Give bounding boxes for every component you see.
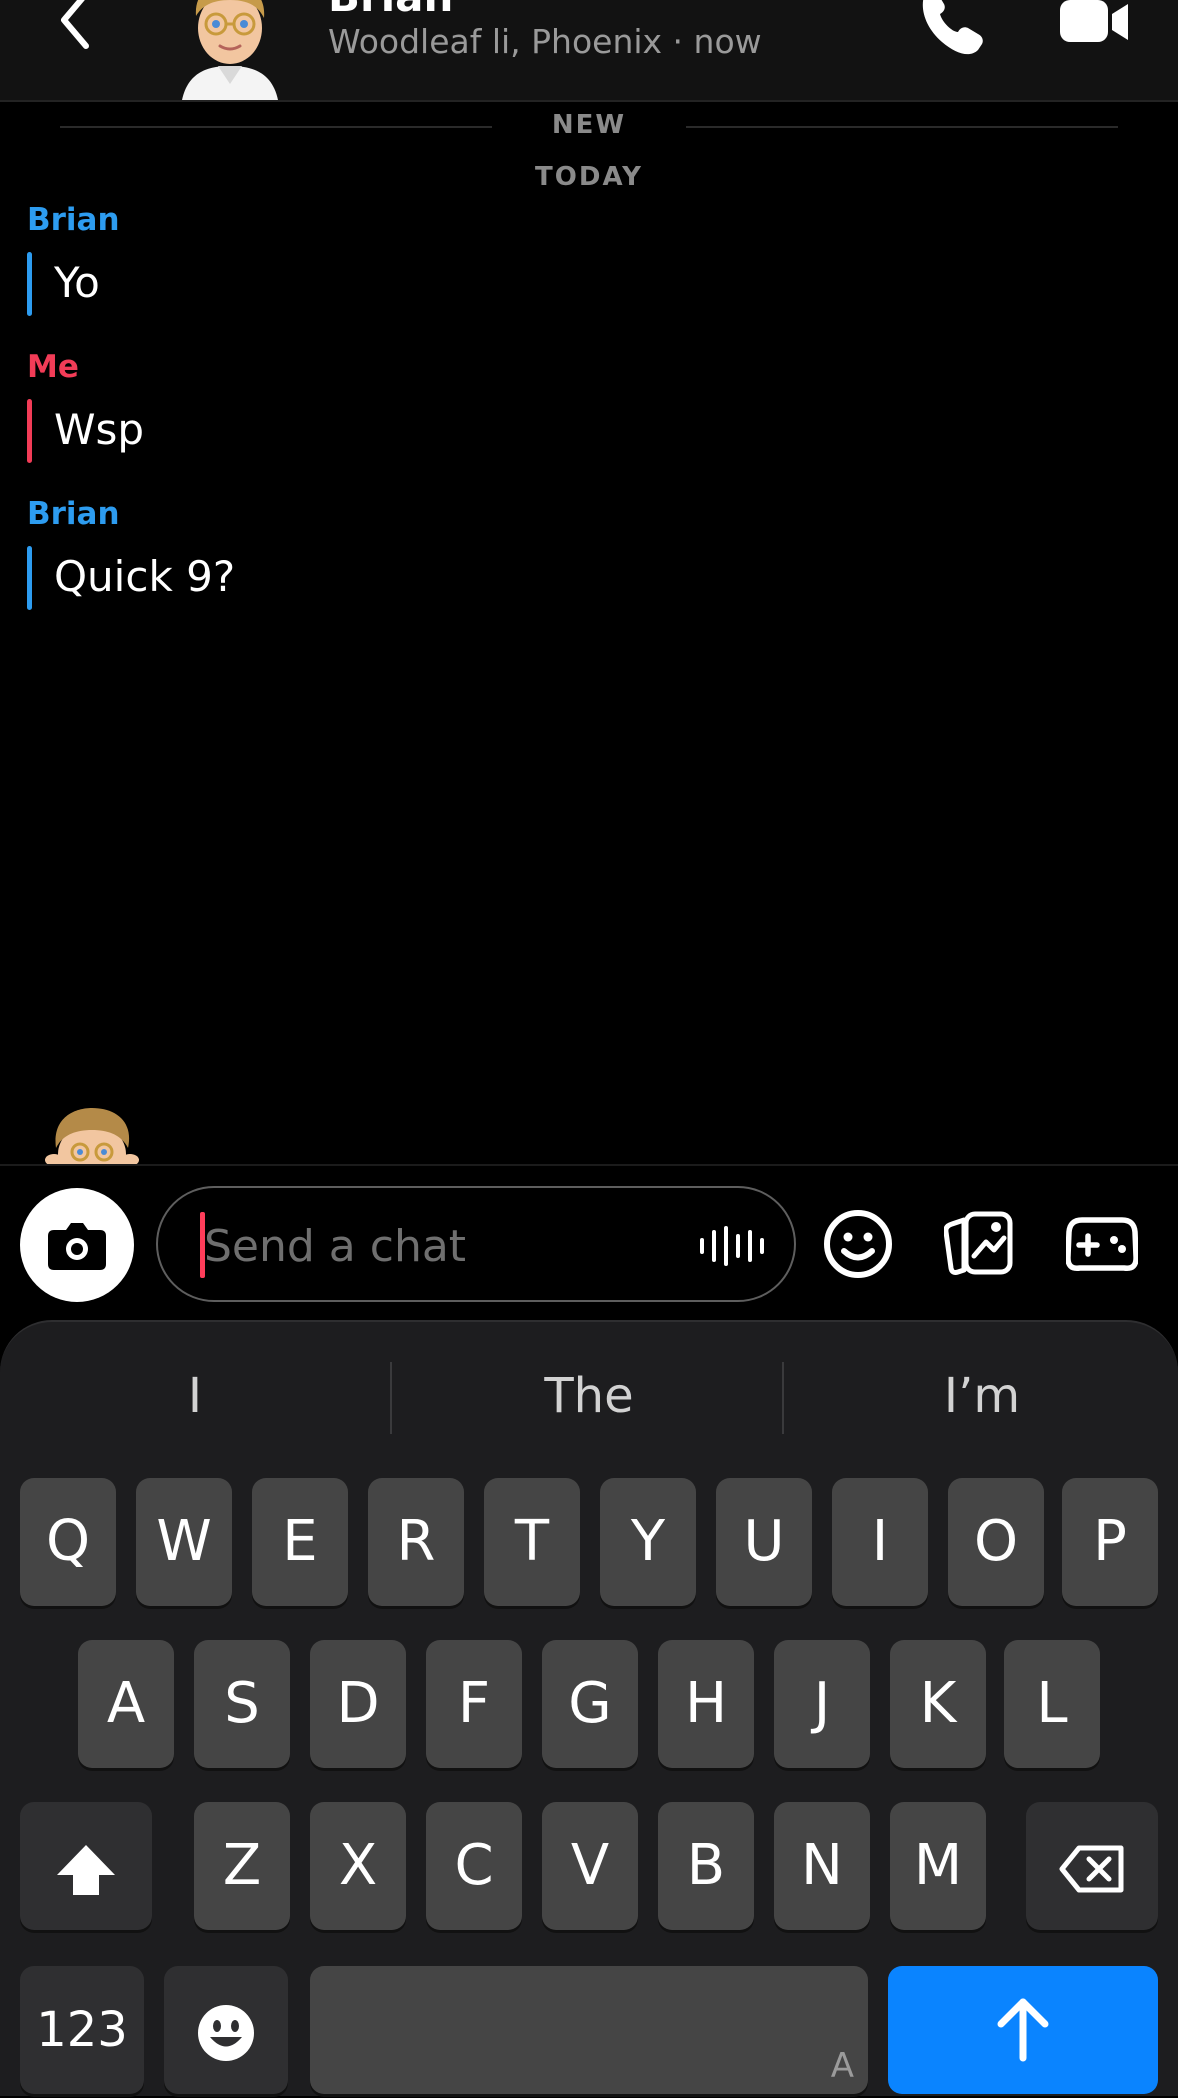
message[interactable]: Wsp (27, 399, 144, 463)
contact-name[interactable]: Brian (328, 0, 453, 21)
key-g[interactable]: G (542, 1640, 638, 1768)
key-b[interactable]: B (658, 1802, 754, 1930)
message-bar (27, 546, 32, 610)
keyboard: I The I’m Q W E R T Y U I O P A S D F G … (0, 1320, 1178, 2096)
chat-input-bar (0, 1164, 1178, 1322)
message-bar (27, 399, 32, 463)
key-v[interactable]: V (542, 1802, 638, 1930)
smiley-icon[interactable] (822, 1208, 894, 1280)
key-u[interactable]: U (716, 1478, 812, 1606)
key-f[interactable]: F (426, 1640, 522, 1768)
camera-icon (48, 1223, 106, 1270)
message-sender: Brian (27, 202, 120, 238)
emoji-key[interactable] (164, 1966, 288, 2094)
shift-key[interactable] (20, 1802, 152, 1930)
key-r[interactable]: R (368, 1478, 464, 1606)
key-q[interactable]: Q (20, 1478, 116, 1606)
chat-input[interactable] (202, 1210, 646, 1282)
back-icon[interactable] (50, 0, 100, 50)
message-group: Me Wsp (27, 349, 144, 463)
message-sender: Brian (27, 496, 120, 532)
key-h[interactable]: H (658, 1640, 754, 1768)
key-p[interactable]: P (1062, 1478, 1158, 1606)
key-x[interactable]: X (310, 1802, 406, 1930)
message[interactable]: Quick 9? (27, 546, 235, 610)
sticker-icon[interactable] (943, 1210, 1014, 1278)
message-group: Brian Yo (27, 202, 120, 316)
key-s[interactable]: S (194, 1640, 290, 1768)
message-bar (27, 252, 32, 316)
key-y[interactable]: Y (600, 1478, 696, 1606)
phone-icon[interactable] (916, 0, 984, 56)
key-t[interactable]: T (484, 1478, 580, 1606)
message-sender: Me (27, 349, 79, 385)
backspace-key[interactable] (1026, 1802, 1158, 1930)
key-i[interactable]: I (832, 1478, 928, 1606)
today-divider-label: TODAY (535, 162, 643, 192)
suggestion-3[interactable]: I’m (792, 1368, 1172, 1424)
numbers-key[interactable]: 123 (20, 1966, 144, 2094)
chat-header: Brian Woodleaf li, Phoenix · now (0, 0, 1178, 102)
contact-status: Woodleaf li, Phoenix · now (328, 22, 762, 61)
space-key-mark: A (830, 2046, 854, 2086)
key-n[interactable]: N (774, 1802, 870, 1930)
game-controller-icon[interactable] (1065, 1214, 1139, 1274)
voice-icon[interactable] (698, 1226, 770, 1266)
new-divider-label: NEW (551, 110, 627, 140)
emoji-icon (198, 2004, 254, 2061)
contact-avatar[interactable] (168, 0, 292, 100)
key-j[interactable]: J (774, 1640, 870, 1768)
space-key[interactable]: A (310, 1966, 868, 2094)
send-arrow-icon (997, 1998, 1049, 2062)
key-l[interactable]: L (1004, 1640, 1100, 1768)
message[interactable]: Yo (27, 252, 120, 316)
key-w[interactable]: W (136, 1478, 232, 1606)
message-group: Brian Quick 9? (27, 496, 235, 610)
message-text: Wsp (54, 405, 145, 454)
camera-button[interactable] (20, 1188, 134, 1302)
peeking-avatar (44, 1108, 140, 1184)
key-c[interactable]: C (426, 1802, 522, 1930)
shift-icon (57, 1844, 115, 1895)
key-k[interactable]: K (890, 1640, 986, 1768)
key-m[interactable]: M (890, 1802, 986, 1930)
key-d[interactable]: D (310, 1640, 406, 1768)
suggestion-divider (390, 1362, 392, 1434)
suggestion-1[interactable]: I (5, 1368, 385, 1424)
chat-field[interactable] (156, 1186, 796, 1302)
backspace-icon (1059, 1845, 1124, 1893)
key-o[interactable]: O (948, 1478, 1044, 1606)
send-key[interactable] (888, 1966, 1158, 2094)
suggestion-divider (782, 1362, 784, 1434)
key-e[interactable]: E (252, 1478, 348, 1606)
message-text: Yo (54, 258, 100, 307)
message-text: Quick 9? (54, 552, 236, 601)
key-z[interactable]: Z (194, 1802, 290, 1930)
suggestion-2[interactable]: The (399, 1368, 779, 1424)
video-icon[interactable] (1058, 0, 1130, 48)
key-a[interactable]: A (78, 1640, 174, 1768)
